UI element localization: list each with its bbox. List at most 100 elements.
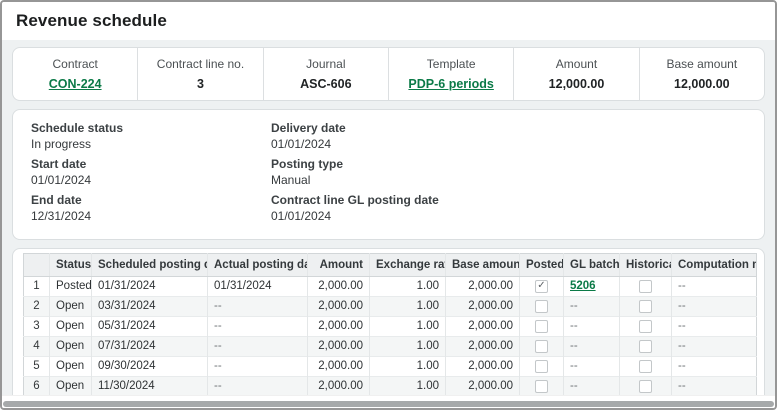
cell-computation-memo: -- [672, 356, 757, 376]
cell-gl-batch: -- [564, 296, 620, 316]
col-header-rownum [24, 253, 50, 276]
cell-gl-batch: -- [564, 356, 620, 376]
content-area: Contract CON-224 Contract line no. 3 Jou… [2, 40, 775, 395]
table-row: 2 Open 03/31/2024 -- 2,000.00 1.00 2,000… [24, 296, 757, 316]
cell-base-amount: 2,000.00 [446, 276, 520, 296]
table-row: 3 Open 05/31/2024 -- 2,000.00 1.00 2,000… [24, 316, 757, 336]
col-header-scheduled-posting-date: Scheduled posting date [92, 253, 208, 276]
posted-checkbox[interactable] [535, 300, 548, 313]
cell-status: Open [50, 356, 92, 376]
cell-amount: 2,000.00 [308, 336, 370, 356]
schedule-table: Status Scheduled posting date Actual pos… [23, 253, 757, 395]
cell-computation-memo: -- [672, 336, 757, 356]
posted-checkbox[interactable] [535, 340, 548, 353]
contract-link[interactable]: CON-224 [49, 77, 102, 91]
detail-start-date: Start date 01/01/2024 [31, 157, 271, 188]
scrollbar-thumb[interactable] [3, 401, 774, 407]
col-header-posted: Posted [520, 253, 564, 276]
cell-gl-batch: -- [564, 376, 620, 395]
detail-contract-line-gl-posting-date: Contract line GL posting date 01/01/2024 [271, 193, 439, 224]
cell-exchange-rate: 1.00 [370, 356, 446, 376]
table-header-row: Status Scheduled posting date Actual pos… [24, 253, 757, 276]
summary-field-contract: Contract CON-224 [13, 48, 137, 100]
cell-exchange-rate: 1.00 [370, 296, 446, 316]
cell-actual-date: -- [208, 316, 308, 336]
page-title: Revenue schedule [16, 11, 167, 31]
col-header-historical: Historical [620, 253, 672, 276]
cell-amount: 2,000.00 [308, 316, 370, 336]
cell-rownum: 6 [24, 376, 50, 395]
cell-gl-batch: -- [564, 336, 620, 356]
cell-rownum: 5 [24, 356, 50, 376]
title-bar: Revenue schedule [2, 2, 775, 40]
cell-rownum: 2 [24, 296, 50, 316]
detail-posting-type: Posting type Manual [271, 157, 439, 188]
historical-checkbox[interactable] [639, 360, 652, 373]
cell-status: Open [50, 336, 92, 356]
cell-scheduled-date: 09/30/2024 [92, 356, 208, 376]
posted-checkbox[interactable]: ✓ [535, 280, 548, 293]
historical-checkbox[interactable] [639, 340, 652, 353]
cell-computation-memo: -- [672, 376, 757, 395]
cell-scheduled-date: 05/31/2024 [92, 316, 208, 336]
table-row: 6 Open 11/30/2024 -- 2,000.00 1.00 2,000… [24, 376, 757, 395]
col-header-computation-memo: Computation memo [672, 253, 757, 276]
summary-field-template: Template PDP-6 periods [388, 48, 513, 100]
historical-checkbox[interactable] [639, 380, 652, 393]
details-left-column: Schedule status In progress Start date 0… [31, 121, 271, 230]
detail-delivery-date: Delivery date 01/01/2024 [271, 121, 439, 152]
field-label: Base amount [666, 57, 737, 71]
cell-amount: 2,000.00 [308, 296, 370, 316]
col-header-actual-posting-date: Actual posting date [208, 253, 308, 276]
cell-rownum: 3 [24, 316, 50, 336]
posted-checkbox[interactable] [535, 320, 548, 333]
schedule-table-card: Status Scheduled posting date Actual pos… [12, 248, 765, 395]
cell-base-amount: 2,000.00 [446, 296, 520, 316]
detail-schedule-status: Schedule status In progress [31, 121, 271, 152]
table-row: 4 Open 07/31/2024 -- 2,000.00 1.00 2,000… [24, 336, 757, 356]
field-value: 3 [197, 77, 204, 91]
table-row: 1 Posted 01/31/2024 01/31/2024 2,000.00 … [24, 276, 757, 296]
cell-status: Open [50, 316, 92, 336]
posted-checkbox[interactable] [535, 380, 548, 393]
field-label: Contract line no. [157, 57, 244, 71]
col-header-base-amount: Base amount [446, 253, 520, 276]
cell-actual-date: 01/31/2024 [208, 276, 308, 296]
details-right-column: Delivery date 01/01/2024 Posting type Ma… [271, 121, 439, 230]
cell-base-amount: 2,000.00 [446, 376, 520, 395]
gl-batch-link[interactable]: 5206 [570, 280, 596, 292]
summary-field-contract-line-no: Contract line no. 3 [137, 48, 262, 100]
field-label: Contract [52, 57, 97, 71]
cell-rownum: 1 [24, 276, 50, 296]
cell-rownum: 4 [24, 336, 50, 356]
cell-scheduled-date: 03/31/2024 [92, 296, 208, 316]
historical-checkbox[interactable] [639, 300, 652, 313]
field-label: Amount [556, 57, 597, 71]
template-link[interactable]: PDP-6 periods [408, 77, 493, 91]
col-header-status: Status [50, 253, 92, 276]
cell-amount: 2,000.00 [308, 376, 370, 395]
detail-end-date: End date 12/31/2024 [31, 193, 271, 224]
posted-checkbox[interactable] [535, 360, 548, 373]
cell-exchange-rate: 1.00 [370, 376, 446, 395]
col-header-amount: Amount [308, 253, 370, 276]
revenue-schedule-window: Revenue schedule Contract CON-224 Contra… [0, 0, 777, 410]
cell-computation-memo: -- [672, 316, 757, 336]
cell-status: Open [50, 376, 92, 395]
historical-checkbox[interactable] [639, 280, 652, 293]
horizontal-scrollbar[interactable] [2, 395, 775, 408]
cell-base-amount: 2,000.00 [446, 356, 520, 376]
table-row: 5 Open 09/30/2024 -- 2,000.00 1.00 2,000… [24, 356, 757, 376]
cell-scheduled-date: 07/31/2024 [92, 336, 208, 356]
summary-field-base-amount: Base amount 12,000.00 [639, 48, 764, 100]
cell-actual-date: -- [208, 356, 308, 376]
summary-field-amount: Amount 12,000.00 [513, 48, 638, 100]
cell-amount: 2,000.00 [308, 356, 370, 376]
historical-checkbox[interactable] [639, 320, 652, 333]
summary-field-journal: Journal ASC-606 [263, 48, 388, 100]
cell-actual-date: -- [208, 376, 308, 395]
field-value: 12,000.00 [549, 77, 605, 91]
cell-base-amount: 2,000.00 [446, 336, 520, 356]
cell-scheduled-date: 11/30/2024 [92, 376, 208, 395]
col-header-gl-batch: GL batch [564, 253, 620, 276]
